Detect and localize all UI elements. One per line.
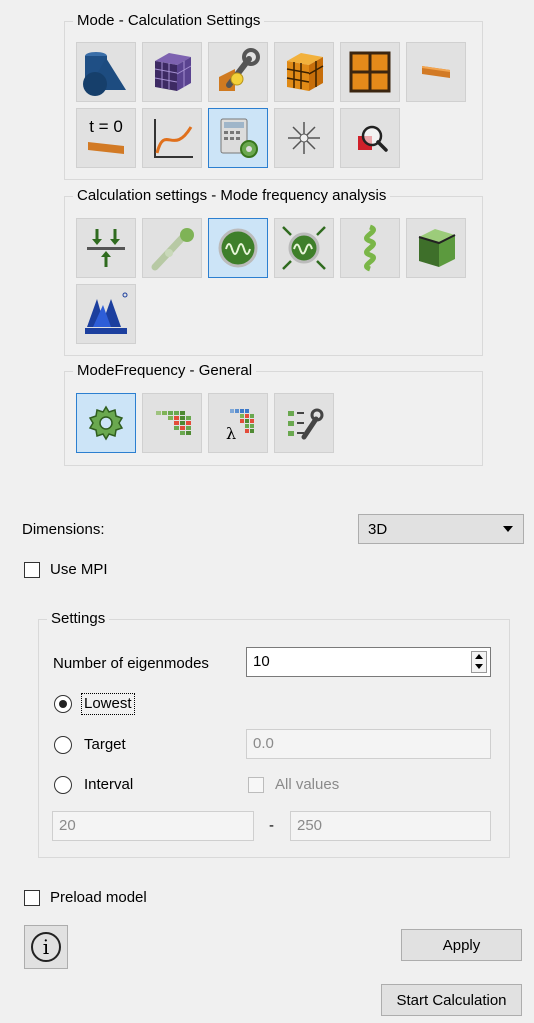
preload-model-label: Preload model (50, 889, 147, 906)
preload-model-checkbox[interactable] (24, 890, 40, 906)
ghost-beam-icon[interactable] (142, 218, 202, 278)
beam-section-icon[interactable] (406, 42, 466, 102)
time-zero-icon[interactable]: t = 0 (76, 108, 136, 168)
lambda-matrix-icon[interactable]: λ (208, 393, 268, 453)
interval-from-input[interactable]: 20 (52, 811, 254, 841)
interval-to-input[interactable]: 250 (290, 811, 491, 841)
group-title: Settings (47, 609, 110, 629)
dimensions-label: Dimensions: (22, 521, 105, 538)
use-mpi-label: Use MPI (50, 561, 108, 578)
start-calculation-button[interactable]: Start Calculation (381, 984, 522, 1016)
group-title: Calculation settings - Mode frequency an… (73, 186, 391, 206)
lowest-label: Lowest (81, 693, 135, 715)
group-title: Mode - Calculation Settings (73, 11, 265, 31)
interval-dash: - (269, 817, 274, 834)
grid-cube-icon[interactable] (274, 42, 334, 102)
mesh-cube-icon[interactable] (142, 42, 202, 102)
light-burst-icon[interactable] (274, 108, 334, 168)
lambda-label: λ (226, 424, 236, 443)
info-icon: i (31, 932, 61, 962)
lowest-radio[interactable] (54, 695, 72, 713)
use-mpi-checkbox[interactable] (24, 562, 40, 578)
settings-tools-icon[interactable] (274, 393, 334, 453)
interval-label: Interval (84, 776, 134, 793)
autoresearch-logo-icon[interactable] (76, 284, 136, 344)
eigenmodes-label: Number of eigenmodes (53, 655, 209, 672)
chevron-down-icon[interactable] (475, 664, 483, 669)
target-value: 0.0 (253, 735, 274, 752)
loads-icon[interactable] (76, 218, 136, 278)
stepper-buttons[interactable] (471, 651, 487, 673)
dimensions-value: 3D (368, 521, 388, 538)
eigenmodes-value: 10 (253, 653, 270, 670)
material-tools-icon[interactable] (208, 42, 268, 102)
interval-from-value: 20 (59, 817, 76, 834)
search-model-icon[interactable] (340, 108, 400, 168)
apply-label: Apply (442, 936, 481, 954)
gear-icon[interactable] (76, 393, 136, 453)
mode-frequency-loads-icon[interactable] (274, 218, 334, 278)
geometry-shapes-icon[interactable] (76, 42, 136, 102)
info-glyph: i (42, 935, 50, 959)
spring-icon[interactable] (340, 218, 400, 278)
mode-frequency-icon[interactable] (208, 218, 268, 278)
calculator-gear-icon[interactable] (208, 108, 268, 168)
interval-to-value: 250 (297, 817, 323, 834)
start-calculation-label: Start Calculation (396, 991, 507, 1009)
chevron-down-icon (503, 526, 513, 532)
target-input[interactable]: 0.0 (246, 729, 491, 759)
time-zero-label: t = 0 (89, 117, 123, 136)
info-button[interactable]: i (24, 925, 68, 969)
interval-radio[interactable] (54, 776, 72, 794)
dimensions-select[interactable]: 3D (358, 514, 524, 544)
all-values-checkbox[interactable] (248, 777, 264, 793)
results-chart-icon[interactable] (142, 108, 202, 168)
eigenmodes-stepper[interactable]: 10 (246, 647, 491, 677)
chevron-up-icon[interactable] (475, 654, 483, 659)
target-radio[interactable] (54, 736, 72, 754)
group-title: ModeFrequency - General (73, 361, 257, 381)
solid-box-icon[interactable] (406, 218, 466, 278)
apply-button[interactable]: Apply (401, 929, 522, 961)
color-matrix-icon[interactable] (142, 393, 202, 453)
target-label: Target (84, 736, 126, 753)
frame-grid-icon[interactable] (340, 42, 400, 102)
all-values-label: All values (275, 776, 340, 793)
